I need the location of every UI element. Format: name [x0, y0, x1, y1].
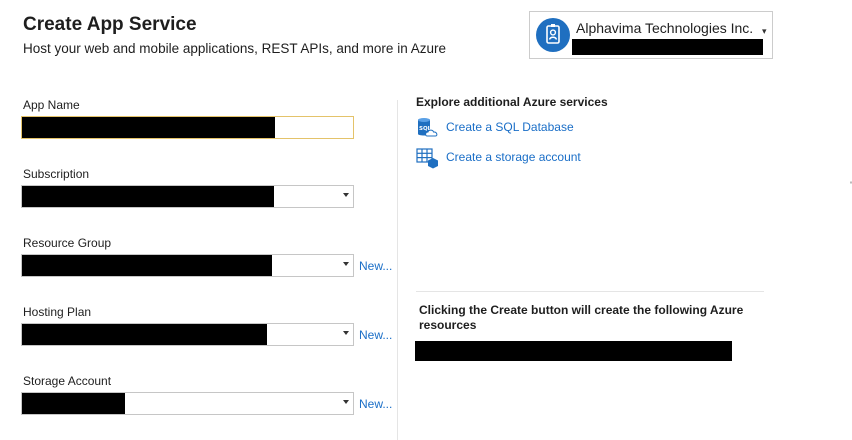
redacted-account-email: [572, 39, 763, 55]
chevron-down-icon[interactable]: ▾: [762, 26, 767, 37]
organization-name: Alphavima Technologies Inc.: [576, 20, 754, 36]
account-selector[interactable]: Alphavima Technologies Inc. ▾: [529, 11, 773, 59]
chevron-down-icon: [343, 262, 349, 266]
page-title: Create App Service: [23, 14, 197, 35]
redacted-value: [22, 255, 272, 276]
app-name-label: App Name: [23, 98, 80, 112]
vertical-divider: [397, 100, 398, 440]
create-resources-note: Clicking the Create button will create t…: [419, 303, 744, 332]
sql-database-label[interactable]: Create a SQL Database: [446, 120, 574, 134]
redacted-value: [22, 117, 275, 138]
redacted-value: [22, 393, 125, 414]
explore-title: Explore additional Azure services: [416, 95, 608, 109]
resource-group-dropdown[interactable]: [21, 254, 354, 277]
page-subtitle: Host your web and mobile applications, R…: [23, 41, 446, 56]
redacted-resource-list: [415, 341, 732, 361]
redacted-value: [22, 186, 274, 207]
subscription-label: Subscription: [23, 167, 90, 181]
avatar: [536, 18, 570, 52]
user-badge-icon: [546, 24, 560, 44]
hosting-plan-dropdown[interactable]: [21, 323, 354, 346]
subscription-dropdown[interactable]: [21, 185, 354, 208]
horizontal-divider: [416, 291, 764, 292]
chevron-down-icon: [343, 400, 349, 404]
chevron-down-icon: [343, 193, 349, 197]
new-storage-account-link[interactable]: New...: [359, 397, 392, 411]
new-resource-group-link[interactable]: New...: [359, 259, 392, 273]
storage-account-label: Storage Account: [23, 374, 112, 388]
sql-database-icon: SQL: [418, 118, 438, 137]
redacted-value: [22, 324, 267, 345]
storage-account-dropdown[interactable]: [21, 392, 354, 415]
resource-group-label: Resource Group: [23, 236, 112, 250]
hosting-plan-label: Hosting Plan: [23, 305, 92, 319]
storage-account-label[interactable]: Create a storage account: [446, 150, 581, 164]
app-name-input[interactable]: [21, 116, 354, 139]
storage-account-icon: [416, 148, 438, 169]
new-hosting-plan-link[interactable]: New...: [359, 328, 392, 342]
chevron-down-icon: [343, 331, 349, 335]
